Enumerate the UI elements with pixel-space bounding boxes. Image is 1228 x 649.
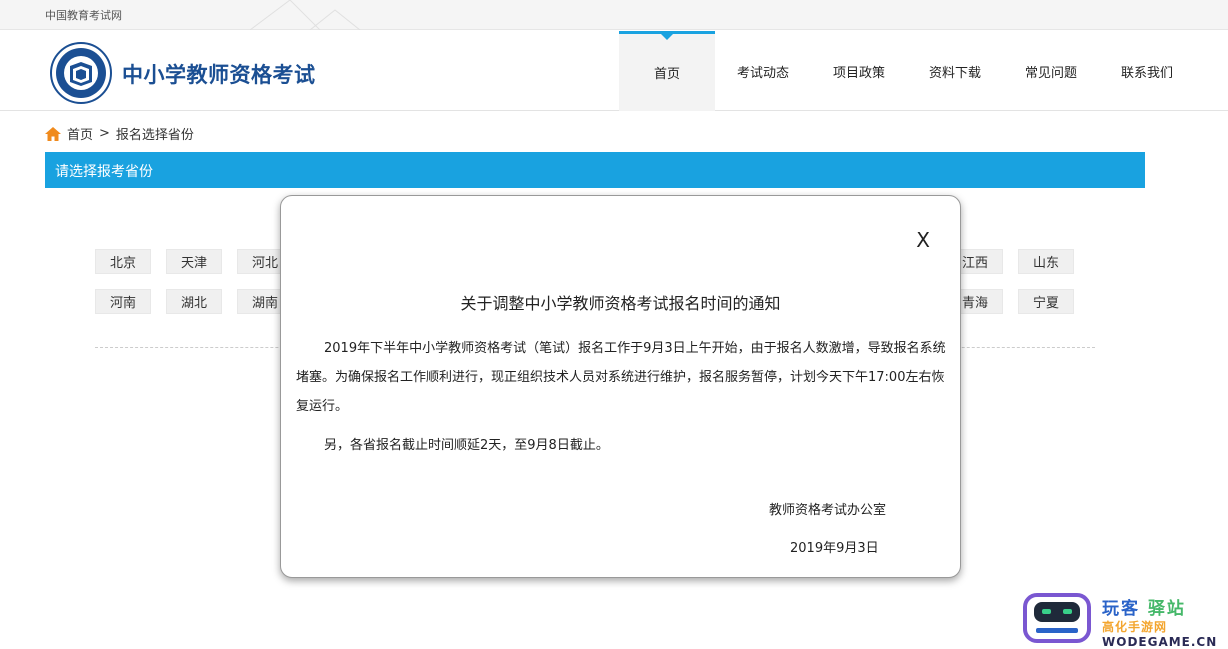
nav-contact[interactable]: 联系我们 — [1099, 31, 1195, 111]
notice-paragraph: 另，各省报名截止时间顺延2天，至9月8日截止。 — [324, 438, 609, 453]
notice-body: 2019年下半年中小学教师资格考试（笔试）报名工作于9月3日上午开始，由于报名人… — [296, 334, 946, 460]
notice-date: 2019年9月3日 — [790, 541, 879, 556]
notice-modal: X 关于调整中小学教师资格考试报名时间的通知 2019年下半年中小学教师资格考试… — [280, 195, 961, 578]
nav-label: 资料下载 — [928, 65, 981, 81]
nav-label: 项目政策 — [832, 65, 885, 81]
province-button[interactable]: 宁夏 — [1018, 289, 1074, 314]
main-nav: 首页 考试动态 项目政策 资料下载 常见问题 联系我们 — [619, 31, 1195, 111]
close-button[interactable]: X — [916, 228, 930, 252]
watermark: 玩客 驿站 高化手游网 WODEGAME.CN — [1022, 592, 1222, 649]
breadcrumb-home[interactable]: 首页 — [67, 124, 93, 143]
nav-policy[interactable]: 项目政策 — [811, 31, 907, 111]
nav-faq[interactable]: 常见问题 — [1003, 31, 1099, 111]
breadcrumb-current: 报名选择省份 — [115, 128, 194, 143]
nav-label: 首页 — [653, 67, 680, 82]
exam-logo-icon[interactable] — [50, 42, 112, 104]
robot-logo-icon — [1023, 593, 1091, 643]
nav-downloads[interactable]: 资料下载 — [907, 31, 1003, 111]
nav-label: 联系我们 — [1120, 65, 1173, 81]
nav-home[interactable]: 首页 — [619, 31, 715, 111]
breadcrumb-separator: > — [99, 126, 110, 141]
notice-signer: 教师资格考试办公室 — [769, 503, 887, 518]
nav-label: 常见问题 — [1024, 65, 1077, 81]
section-title-bar: 请选择报考省份 — [45, 152, 1145, 188]
province-button[interactable]: 北京 — [95, 249, 151, 274]
watermark-brand: 玩客 驿站 — [1102, 599, 1186, 619]
section-title: 请选择报考省份 — [55, 164, 153, 180]
nav-exam-news[interactable]: 考试动态 — [715, 31, 811, 111]
watermark-domain: 高化手游网 WODEGAME.CN — [1102, 620, 1218, 649]
home-icon — [45, 126, 61, 141]
province-button[interactable]: 湖北 — [166, 289, 222, 314]
top-bar: 中国教育考试网 — [0, 0, 1228, 30]
notice-paragraph: 2019年下半年中小学教师资格考试（笔试）报名工作于9月3日上午开始，由于报名人… — [296, 341, 946, 414]
active-caret-icon — [661, 34, 673, 40]
province-button[interactable]: 天津 — [166, 249, 222, 274]
header: 中小学教师资格考试 首页 考试动态 项目政策 资料下载 常见问题 联系我们 — [0, 31, 1228, 111]
notice-title: 关于调整中小学教师资格考试报名时间的通知 — [460, 294, 781, 313]
province-button[interactable]: 山东 — [1018, 249, 1074, 274]
breadcrumb: 首页 > 报名选择省份 — [45, 124, 194, 143]
province-button[interactable]: 河南 — [95, 289, 151, 314]
nav-label: 考试动态 — [736, 65, 789, 81]
top-site-name[interactable]: 中国教育考试网 — [45, 7, 122, 23]
decorative-lines — [250, 0, 361, 30]
site-title[interactable]: 中小学教师资格考试 — [122, 59, 316, 89]
